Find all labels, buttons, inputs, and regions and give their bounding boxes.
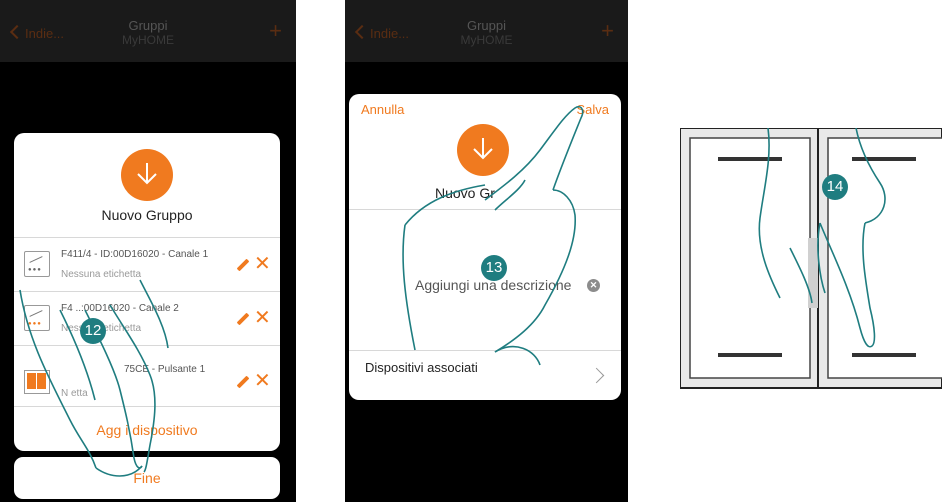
- group-name: Nuovo Gr: [435, 185, 495, 201]
- download-icon: [121, 149, 173, 201]
- device-name: F4 ..:00D16020 - Canale 2: [61, 303, 179, 314]
- nav-title: Gruppi MyHOME: [0, 18, 296, 48]
- edit-icon[interactable]: [236, 375, 250, 389]
- nav-subtitle: MyHOME: [460, 33, 513, 47]
- download-icon: [457, 124, 509, 176]
- wall-switch-illustration: [679, 127, 942, 390]
- edit-icon[interactable]: [236, 312, 250, 326]
- step-badge: 12: [80, 318, 106, 344]
- divider: [349, 209, 621, 210]
- button-module-icon: [24, 370, 50, 394]
- delete-icon[interactable]: ✕: [254, 371, 271, 391]
- step-badge: 14: [822, 174, 848, 200]
- associated-devices-label: Dispositivi associati: [365, 360, 478, 375]
- add-device-button[interactable]: Agg i dispositivo: [14, 422, 280, 438]
- group-sheet: Nuovo Gruppo ●●● F411/4 - ID:00D16020 - …: [14, 133, 280, 451]
- associated-devices-row[interactable]: Dispositivi associati: [349, 350, 621, 400]
- cancel-button[interactable]: Annulla: [361, 102, 404, 117]
- nav-title: Gruppi MyHOME: [345, 18, 628, 48]
- nav-subtitle: MyHOME: [122, 33, 174, 47]
- list-item[interactable]: ●●● F4 ..:00D16020 - Canale 2 Nessuna et…: [14, 291, 280, 345]
- device-tag: N etta: [61, 388, 88, 399]
- device-tag: Nessuna etichetta: [61, 269, 142, 280]
- wall-switch-panel: 14: [679, 127, 942, 390]
- phone-screen-new-group: Indie... Gruppi MyHOME + Annulla Salva Nu…: [345, 0, 628, 502]
- device-name: 75CE - Pulsante 1: [124, 364, 206, 375]
- nav-bar: Indie... Gruppi MyHOME +: [345, 0, 628, 62]
- done-button[interactable]: Fine: [14, 457, 280, 499]
- device-name: F411/4 - ID:00D16020 - Canale 1: [61, 249, 209, 260]
- step-badge: 13: [481, 255, 507, 281]
- divider: [14, 345, 280, 346]
- divider: [14, 406, 280, 407]
- done-label: Fine: [133, 470, 161, 486]
- clear-icon[interactable]: ✕: [587, 279, 600, 292]
- add-icon[interactable]: +: [269, 20, 282, 42]
- switch-icon: ●●●: [24, 305, 50, 331]
- list-item[interactable]: 75CE - Pulsante 1 N etta ✕: [14, 358, 280, 406]
- save-button[interactable]: Salva: [576, 102, 609, 117]
- add-icon[interactable]: +: [601, 20, 614, 42]
- group-name: Nuovo Gruppo: [101, 207, 193, 223]
- nav-bar: Indie... Gruppi MyHOME +: [0, 0, 296, 62]
- chevron-right-icon: [588, 367, 605, 384]
- new-group-sheet: Annulla Salva Nuovo Gr Aggiungi una desc…: [349, 94, 621, 400]
- delete-icon[interactable]: ✕: [254, 308, 271, 328]
- list-item[interactable]: ●●● F411/4 - ID:00D16020 - Canale 1 Ness…: [14, 237, 280, 291]
- delete-icon[interactable]: ✕: [254, 254, 271, 274]
- edit-icon[interactable]: [236, 258, 250, 272]
- phone-screen-group-devices: Indie... Gruppi MyHOME + Nuovo Gruppo ●●●…: [0, 0, 296, 502]
- switch-icon: ●●●: [24, 251, 50, 277]
